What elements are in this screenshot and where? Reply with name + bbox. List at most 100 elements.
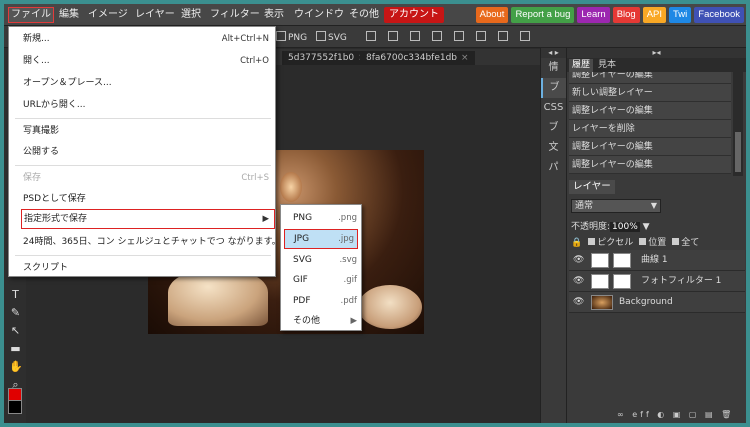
brush-panel-button[interactable]: ブ bbox=[541, 118, 566, 138]
align-top-icon[interactable] bbox=[432, 31, 444, 44]
menu-item-export-as[interactable]: 指定形式で保存 ▶ bbox=[21, 209, 275, 229]
menu-item-publish[interactable]: 公開する bbox=[9, 142, 275, 162]
tab-layers[interactable]: レイヤー bbox=[569, 180, 615, 194]
blog-link[interactable]: Blog bbox=[612, 7, 640, 23]
document-tab-2[interactable]: 8fa6700c334bfe1db × bbox=[360, 51, 475, 65]
learn-link[interactable]: Learn bbox=[577, 7, 610, 23]
lock-position-checkbox[interactable] bbox=[639, 238, 647, 245]
menu-item-new[interactable]: 新規... Alt+Ctrl+N bbox=[9, 29, 275, 49]
layer-thumbnail bbox=[591, 253, 609, 268]
shape-tool-icon[interactable]: ▬ bbox=[9, 342, 22, 355]
lock-all-checkbox[interactable] bbox=[672, 238, 680, 245]
menu-image[interactable]: イメージ bbox=[88, 7, 128, 23]
export-png-label: PNG bbox=[288, 33, 308, 43]
opacity-label: 不透明度: bbox=[571, 222, 611, 232]
format-label: PNG bbox=[293, 213, 313, 223]
candle-glow bbox=[280, 172, 302, 202]
history-item[interactable]: 調整レイヤーの編集 bbox=[569, 102, 731, 120]
menu-layer[interactable]: レイヤー bbox=[135, 7, 175, 23]
menu-item-script[interactable]: スクリプト bbox=[9, 258, 275, 278]
lock-pixel-checkbox[interactable] bbox=[588, 238, 596, 245]
panel-collapse-toggle[interactable]: ▸◂ bbox=[567, 48, 746, 58]
menu-select[interactable]: 選択 bbox=[181, 7, 201, 23]
api-link[interactable]: API bbox=[642, 7, 667, 23]
export-svg-label: SVG bbox=[328, 33, 347, 43]
facebook-link[interactable]: Facebook bbox=[694, 7, 744, 23]
layer-row[interactable]: 👁 フォトフィルター 1 bbox=[569, 271, 745, 292]
character-panel-button[interactable]: 文 bbox=[541, 138, 566, 158]
blend-mode-select[interactable]: 通常 ▼ bbox=[571, 199, 661, 213]
paragraph-panel-button[interactable]: パ bbox=[541, 158, 566, 178]
align-center-icon[interactable] bbox=[388, 31, 400, 44]
history-item[interactable]: 調整レイヤーの編集 bbox=[569, 138, 731, 156]
format-extension: .jpg bbox=[338, 234, 354, 244]
app-window: ファイル 編集 イメージ レイヤー 選択 フィルター 表示 ウインドウ その他 … bbox=[4, 4, 746, 423]
export-png-button[interactable]: PNG bbox=[276, 31, 307, 44]
format-extension: .svg bbox=[339, 255, 357, 265]
export-gif-option[interactable]: GIF .gif bbox=[281, 270, 361, 290]
info-panel-button[interactable]: 情 bbox=[541, 58, 566, 78]
export-svg-option[interactable]: SVG .svg bbox=[281, 250, 361, 270]
eye-icon[interactable]: 👁 bbox=[573, 250, 584, 271]
about-link[interactable]: About bbox=[475, 7, 509, 23]
history-item[interactable]: 調整レイヤーの編集 bbox=[569, 72, 731, 84]
scrollbar-thumb[interactable] bbox=[735, 132, 741, 172]
layer-row[interactable]: 👁 曲線 1 bbox=[569, 250, 745, 271]
menu-item-save-psd[interactable]: PSDとして保存 bbox=[9, 189, 275, 209]
distribute-vertical-icon[interactable] bbox=[520, 31, 532, 44]
type-tool-icon[interactable]: T bbox=[9, 288, 22, 301]
export-other-option[interactable]: その他 ▶ bbox=[281, 311, 361, 331]
chevron-down-icon: ▼ bbox=[650, 201, 657, 210]
layer-actions-bar[interactable]: ∞ eff ◐ ▣ ▢ ▤ 🗑 bbox=[617, 410, 734, 421]
tab-swatches[interactable]: 見本 bbox=[595, 59, 619, 72]
history-list: 調整レイヤーの編集 新しい調整レイヤー 調整レイヤーの編集 レイヤーを削除 調整… bbox=[569, 72, 731, 176]
history-item[interactable]: レイヤーを削除 bbox=[569, 120, 731, 138]
opacity-row: 不透明度: 100% ▼ bbox=[571, 219, 650, 232]
menu-item-take-photo[interactable]: 写真撮影 bbox=[9, 121, 275, 141]
menu-file[interactable]: ファイル bbox=[8, 7, 54, 23]
download-icon bbox=[316, 31, 326, 41]
collapse-toggle[interactable]: ◂ ▸ bbox=[541, 48, 566, 58]
eye-icon[interactable]: 👁 bbox=[573, 292, 584, 313]
opacity-input[interactable]: 100% bbox=[610, 222, 640, 232]
align-bottom-icon[interactable] bbox=[476, 31, 488, 44]
export-jpg-option[interactable]: JPG .jpg bbox=[284, 229, 358, 249]
css-panel-button[interactable]: CSS bbox=[541, 98, 566, 118]
menu-more[interactable]: その他 bbox=[349, 7, 379, 23]
layer-row[interactable]: 👁 Background bbox=[569, 292, 745, 313]
background-color-swatch[interactable] bbox=[8, 400, 22, 414]
history-item[interactable]: 調整レイヤーの編集 bbox=[569, 156, 731, 174]
tab-label: 5d377552f1b0 bbox=[288, 53, 355, 63]
menu-edit[interactable]: 編集 bbox=[59, 7, 79, 23]
account-button[interactable]: アカウント bbox=[384, 7, 444, 23]
menu-filter[interactable]: フィルター bbox=[210, 7, 260, 23]
history-item[interactable]: 新しい調整レイヤー bbox=[569, 84, 731, 102]
menu-item-open[interactable]: 開く... Ctrl+O bbox=[9, 51, 275, 71]
history-scrollbar[interactable] bbox=[733, 72, 743, 176]
export-svg-button[interactable]: SVG bbox=[316, 31, 347, 44]
properties-panel-button[interactable]: ブ bbox=[541, 78, 566, 98]
eye-icon[interactable]: 👁 bbox=[573, 271, 584, 292]
menu-window[interactable]: ウインドウ bbox=[294, 7, 344, 23]
distribute-icon[interactable] bbox=[498, 31, 510, 44]
plate-image-area bbox=[358, 285, 422, 329]
align-middle-icon[interactable] bbox=[454, 31, 466, 44]
tab-history[interactable]: 履歴 bbox=[569, 59, 594, 72]
format-label: PDF bbox=[293, 296, 311, 306]
close-icon[interactable]: × bbox=[461, 53, 469, 63]
direct-select-icon[interactable]: ↖ bbox=[9, 324, 22, 337]
pen-tool-icon[interactable]: ✎ bbox=[9, 306, 22, 319]
menu-item-open-place[interactable]: オープン＆プレース... bbox=[9, 73, 275, 93]
align-left-icon[interactable] bbox=[366, 31, 378, 44]
twitter-link[interactable]: Twi bbox=[669, 7, 692, 23]
menu-item-open-url[interactable]: URLから開く... bbox=[9, 95, 275, 115]
report-bug-link[interactable]: Report a bug bbox=[511, 7, 575, 23]
align-right-icon[interactable] bbox=[410, 31, 422, 44]
document-tab-1[interactable]: 5d377552f1b0× bbox=[282, 51, 372, 65]
menu-item-concierge[interactable]: 24時間、365日、コン シェルジュとチャットでつ ながります。... bbox=[9, 232, 289, 252]
menu-view[interactable]: 表示 bbox=[264, 7, 284, 23]
export-png-option[interactable]: PNG .png bbox=[281, 208, 361, 228]
hand-tool-icon[interactable]: ✋ bbox=[9, 360, 23, 373]
chevron-down-icon[interactable]: ▼ bbox=[643, 222, 650, 232]
export-pdf-option[interactable]: PDF .pdf bbox=[281, 291, 361, 311]
